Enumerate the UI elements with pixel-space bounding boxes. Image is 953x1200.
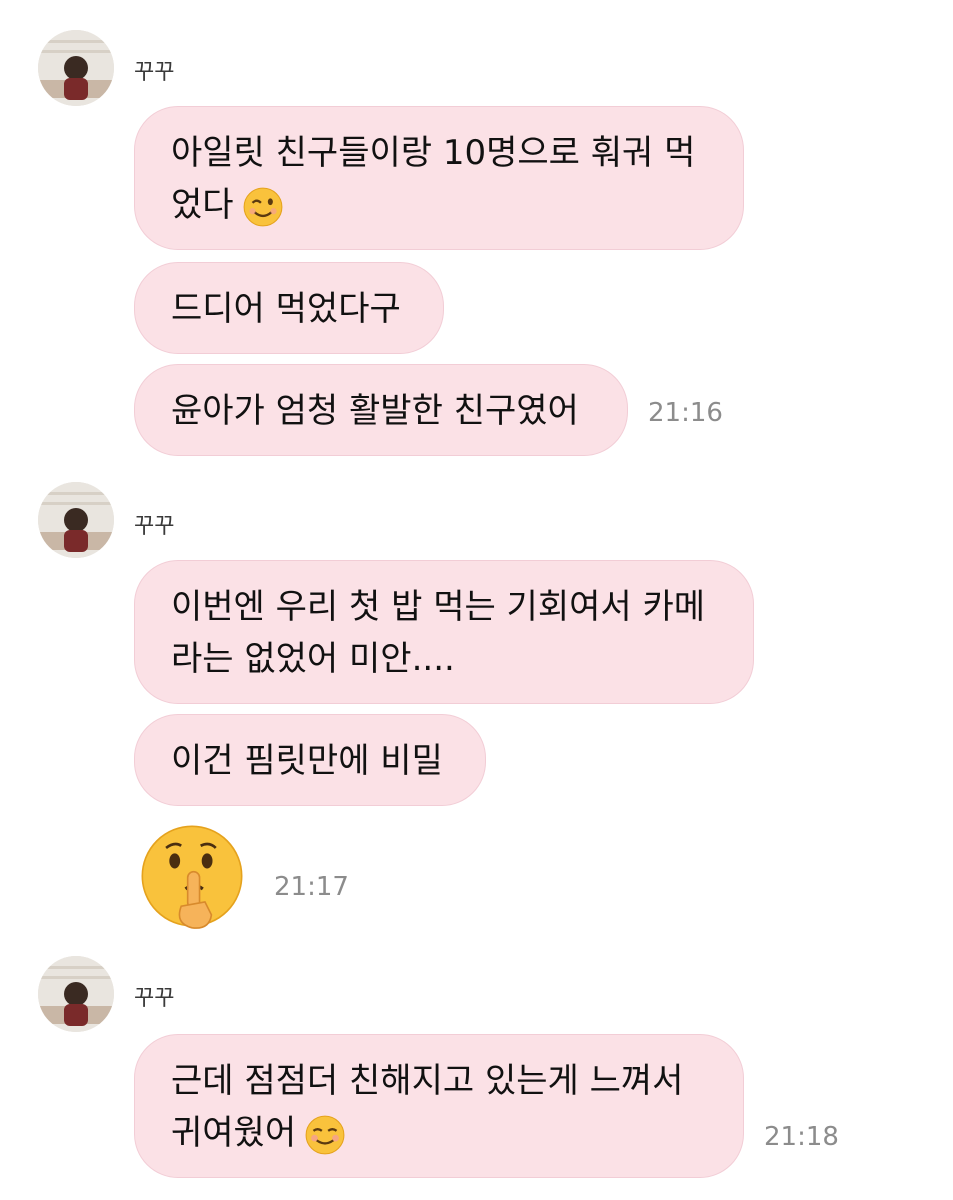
timestamp: 21:16 bbox=[648, 398, 723, 428]
sender-name: 꾸꾸 bbox=[134, 60, 175, 85]
winking-face-icon bbox=[242, 186, 284, 228]
message-text: 드디어 먹었다구 bbox=[171, 289, 401, 329]
message-bubble[interactable]: 아일릿 친구들이랑 10명으로 훠궈 먹 었다 bbox=[134, 106, 744, 250]
message-text: 윤아가 엄청 활발한 친구였어 bbox=[171, 391, 579, 431]
message-text: 근데 점점더 친해지고 있는게 느껴서 bbox=[171, 1061, 684, 1101]
shushing-face-icon[interactable] bbox=[138, 822, 246, 930]
avatar[interactable] bbox=[38, 956, 114, 1032]
message-text: 아일릿 친구들이랑 10명으로 훠궈 먹 bbox=[171, 133, 696, 173]
timestamp: 21:17 bbox=[274, 872, 349, 902]
avatar[interactable] bbox=[38, 482, 114, 558]
message-text: 라는 없었어 미안.... bbox=[171, 639, 455, 679]
message-bubble[interactable]: 이번엔 우리 첫 밥 먹는 기회여서 카메 라는 없었어 미안.... bbox=[134, 560, 754, 704]
message-bubble[interactable]: 드디어 먹었다구 bbox=[134, 262, 444, 354]
avatar[interactable] bbox=[38, 30, 114, 106]
message-text: 귀여웠어 bbox=[171, 1107, 707, 1159]
message-bubble[interactable]: 이건 핌릿만에 비밀 bbox=[134, 714, 486, 806]
message-text: 었다 bbox=[171, 179, 707, 231]
message-bubble[interactable]: 근데 점점더 친해지고 있는게 느껴서 귀여웠어 bbox=[134, 1034, 744, 1178]
sender-name: 꾸꾸 bbox=[134, 514, 175, 539]
message-bubble[interactable]: 윤아가 엄청 활발한 친구였어 bbox=[134, 364, 628, 456]
sender-name: 꾸꾸 bbox=[134, 986, 175, 1011]
timestamp: 21:18 bbox=[764, 1122, 839, 1152]
smiling-face-icon bbox=[304, 1114, 346, 1156]
message-text: 이건 핌릿만에 비밀 bbox=[171, 741, 443, 781]
message-text: 이번엔 우리 첫 밥 먹는 기회여서 카메 bbox=[171, 587, 706, 627]
